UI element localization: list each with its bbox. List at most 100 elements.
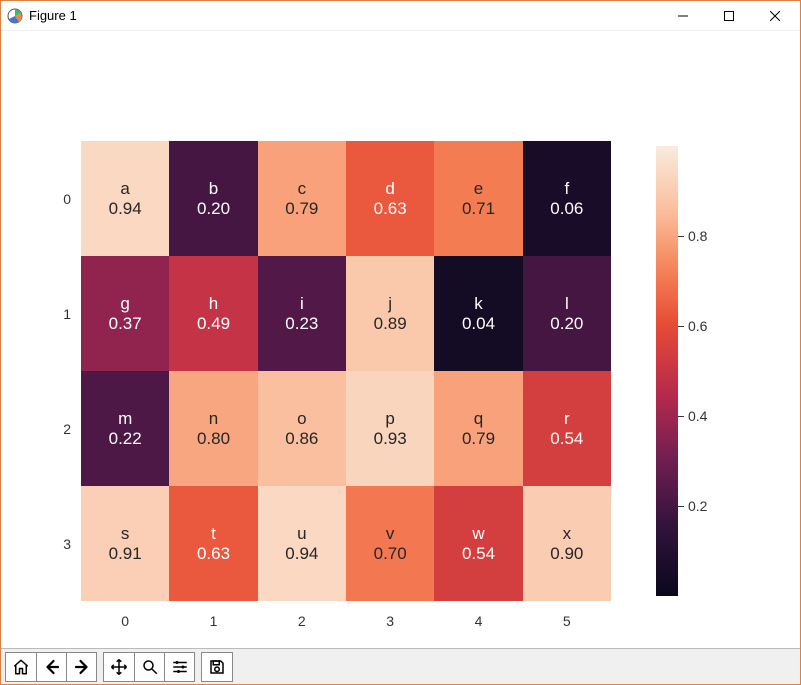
cell-value: 0.79 [462,429,495,449]
colorbar-tick: 0.4 [678,408,707,424]
cell-label: h [209,294,218,314]
cell-value: 0.70 [374,544,407,564]
heatmap-cell: x0.90 [523,486,611,601]
cell-value: 0.22 [109,429,142,449]
heatmap-cell: j0.89 [346,256,434,371]
colorbar-tick-label: 0.4 [688,408,707,424]
x-tick-label: 1 [210,613,218,629]
y-tick-label: 3 [46,536,71,552]
titlebar: Figure 1 [1,1,800,31]
cell-label: v [386,524,395,544]
forward-button[interactable] [66,653,96,681]
cell-label: w [472,524,484,544]
heatmap-cell: e0.71 [434,141,522,256]
heatmap-cell: m0.22 [81,371,169,486]
cell-label: j [388,294,392,314]
colorbar-tick-label: 0.6 [688,318,707,334]
cell-value: 0.79 [285,199,318,219]
home-button[interactable] [6,653,36,681]
cell-label: l [565,294,569,314]
maximize-button[interactable] [706,1,752,31]
heatmap-cell: i0.23 [258,256,346,371]
x-tick-label: 2 [298,613,306,629]
heatmap-cell: u0.94 [258,486,346,601]
cell-value: 0.20 [197,199,230,219]
cell-value: 0.86 [285,429,318,449]
cell-label: e [474,179,483,199]
heatmap-cell: n0.80 [169,371,257,486]
heatmap-cell: b0.20 [169,141,257,256]
cell-value: 0.63 [197,544,230,564]
heatmap-cell: w0.54 [434,486,522,601]
heatmap-cell: q0.79 [434,371,522,486]
close-button[interactable] [752,1,798,31]
cell-label: g [120,294,129,314]
zoom-button[interactable] [134,653,164,681]
cell-value: 0.04 [462,314,495,334]
cell-value: 0.80 [197,429,230,449]
colorbar-tick: 0.2 [678,498,707,514]
cell-label: m [118,409,132,429]
cell-value: 0.94 [285,544,318,564]
cell-value: 0.91 [109,544,142,564]
cell-label: s [121,524,130,544]
colorbar-tick: 0.8 [678,228,707,244]
heatmap-cell: s0.91 [81,486,169,601]
back-button[interactable] [36,653,66,681]
heatmap-cell: g0.37 [81,256,169,371]
cell-value: 0.54 [550,429,583,449]
figure-window: Figure 1 a0.94b0.20c0.79d0.63e0.71f0.06g… [0,0,801,685]
heatmap-cell: l0.20 [523,256,611,371]
cell-label: i [300,294,304,314]
heatmap-cell: h0.49 [169,256,257,371]
minimize-button[interactable] [660,1,706,31]
cell-value: 0.89 [374,314,407,334]
heatmap-grid: a0.94b0.20c0.79d0.63e0.71f0.06g0.37h0.49… [81,141,611,601]
heatmap-cell: t0.63 [169,486,257,601]
colorbar-tick-label: 0.8 [688,228,707,244]
heatmap-cell: c0.79 [258,141,346,256]
cell-value: 0.94 [109,199,142,219]
cell-label: q [474,409,483,429]
configure-subplots-button[interactable] [164,653,194,681]
cell-value: 0.93 [374,429,407,449]
cell-label: c [298,179,307,199]
cell-label: p [385,409,394,429]
heatmap-cell: a0.94 [81,141,169,256]
app-icon [7,8,23,24]
heatmap-cell: o0.86 [258,371,346,486]
sliders-icon [171,658,189,676]
heatmap-cell: d0.63 [346,141,434,256]
cell-value: 0.90 [550,544,583,564]
save-icon [208,658,226,676]
y-tick-label: 0 [46,191,71,207]
cell-value: 0.63 [374,199,407,219]
save-button[interactable] [202,653,232,681]
cell-label: n [209,409,218,429]
y-tick-label: 1 [46,306,71,322]
colorbar-tick: 0.6 [678,318,707,334]
arrow-left-icon [43,658,61,676]
zoom-icon [141,658,159,676]
x-tick-label: 3 [386,613,394,629]
cell-label: o [297,409,306,429]
cell-label: t [211,524,216,544]
cell-value: 0.20 [550,314,583,334]
navigation-toolbar [1,648,800,684]
cell-label: k [474,294,483,314]
cell-label: d [385,179,394,199]
x-tick-label: 4 [475,613,483,629]
cell-label: b [209,179,218,199]
home-icon [12,658,30,676]
move-icon [110,658,128,676]
colorbar: 0.20.40.60.8 [656,146,678,596]
cell-value: 0.54 [462,544,495,564]
heatmap-axes: a0.94b0.20c0.79d0.63e0.71f0.06g0.37h0.49… [81,141,611,601]
cell-value: 0.23 [285,314,318,334]
cell-value: 0.06 [550,199,583,219]
cell-label: u [297,524,306,544]
pan-button[interactable] [104,653,134,681]
heatmap-cell: k0.04 [434,256,522,371]
figure-canvas[interactable]: a0.94b0.20c0.79d0.63e0.71f0.06g0.37h0.49… [1,31,800,648]
heatmap-cell: f0.06 [523,141,611,256]
